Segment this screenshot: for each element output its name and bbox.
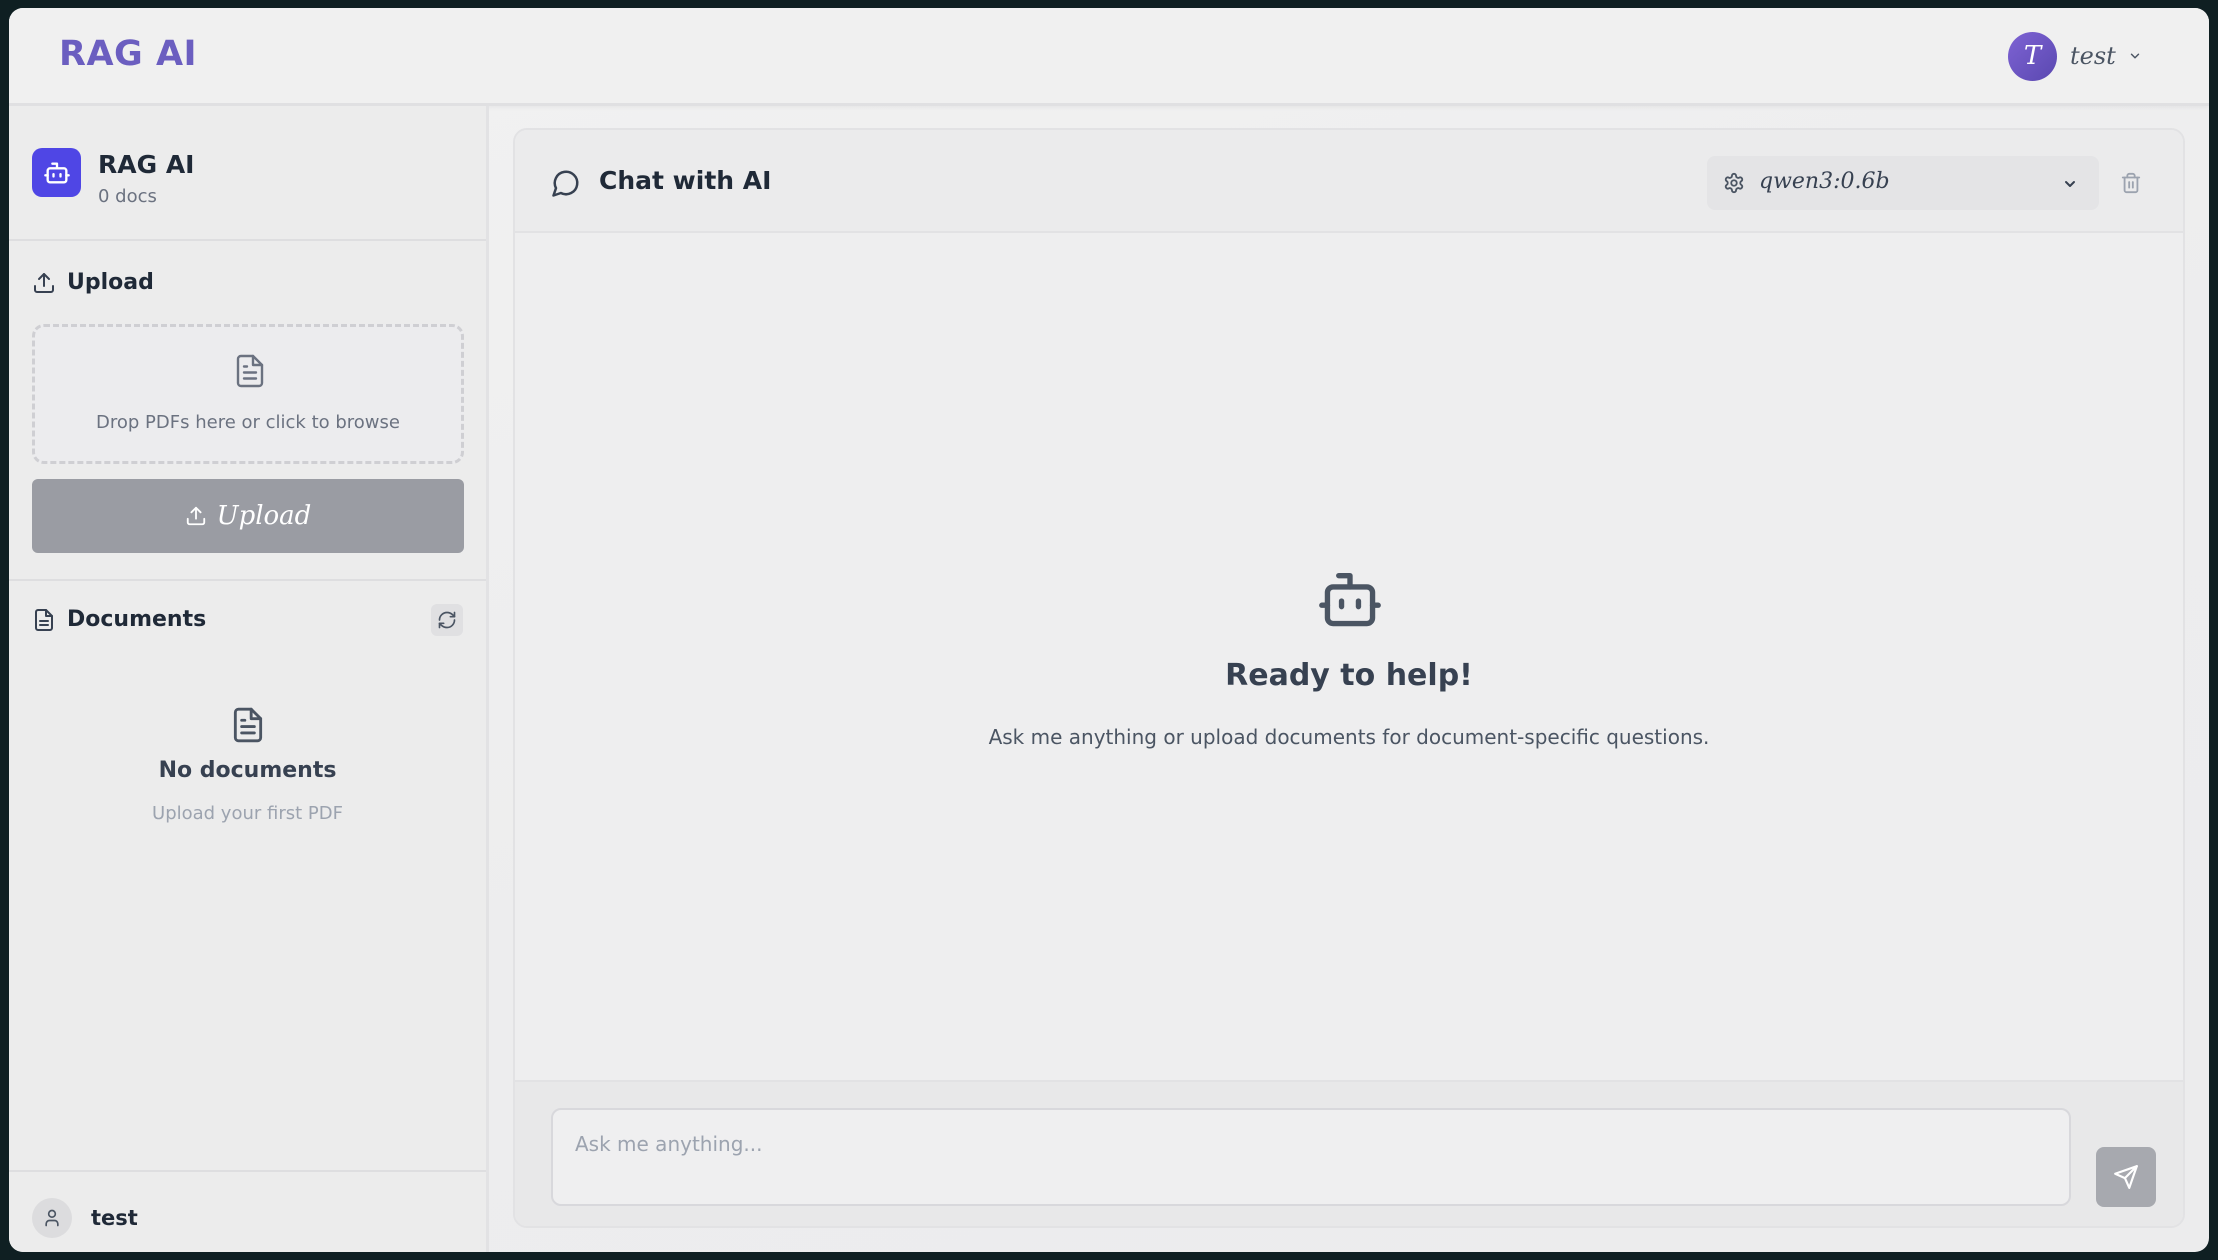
brand-logo[interactable]: RAG AI bbox=[59, 34, 197, 74]
welcome-title: Ready to help! bbox=[1225, 658, 1473, 693]
trash-icon bbox=[2121, 172, 2141, 194]
documents-section: Documents No documents Upload your first… bbox=[9, 581, 486, 1161]
chevron-down-icon bbox=[2065, 181, 2075, 187]
bot-icon bbox=[1319, 572, 1381, 627]
documents-heading: Documents bbox=[67, 607, 207, 632]
chat-title: Chat with AI bbox=[599, 166, 772, 195]
model-select[interactable]: qwen3:0.6b bbox=[1707, 156, 2099, 210]
top-bar: RAG AI T test bbox=[9, 8, 2209, 106]
upload-icon bbox=[186, 506, 205, 526]
user-name[interactable]: test bbox=[2070, 42, 2116, 70]
gear-icon bbox=[1724, 172, 1744, 194]
model-name: qwen3:0.6b bbox=[1759, 169, 1890, 194]
doc-count: 0 docs bbox=[98, 186, 157, 207]
refresh-button[interactable] bbox=[431, 604, 463, 636]
upload-section: Upload Drop PDFs here or click to browse… bbox=[9, 241, 486, 581]
file-text-icon bbox=[35, 609, 53, 631]
sidebar-app-name: RAG AI bbox=[98, 150, 195, 179]
file-text-icon bbox=[236, 354, 264, 388]
clear-chat-button[interactable] bbox=[2114, 166, 2148, 200]
bot-icon bbox=[32, 148, 81, 197]
upload-heading: Upload bbox=[67, 270, 154, 295]
refresh-icon bbox=[438, 611, 456, 629]
upload-button-label: Upload bbox=[216, 501, 312, 531]
sidebar-header: RAG AI 0 docs bbox=[9, 106, 486, 241]
send-button[interactable] bbox=[2096, 1147, 2156, 1207]
send-icon bbox=[2114, 1165, 2138, 1189]
message-circle-icon bbox=[552, 170, 579, 197]
empty-documents-subtitle: Upload your first PDF bbox=[152, 803, 343, 824]
dropzone-text: Drop PDFs here or click to browse bbox=[96, 412, 400, 433]
chat-input[interactable] bbox=[551, 1108, 2071, 1206]
avatar[interactable]: T bbox=[2008, 31, 2057, 81]
chat-panel: Chat with AI qwen3:0.6b Ready to help! A… bbox=[513, 128, 2185, 1228]
pdf-dropzone[interactable]: Drop PDFs here or click to browse bbox=[32, 324, 464, 464]
welcome-subtitle: Ask me anything or upload documents for … bbox=[988, 725, 1710, 749]
footer-username: test bbox=[91, 1206, 138, 1230]
sidebar: RAG AI 0 docs Upload Drop PDFs here or c… bbox=[9, 106, 489, 1252]
upload-icon bbox=[34, 273, 54, 293]
user-menu[interactable]: T test bbox=[2008, 31, 2158, 81]
chat-input-bar bbox=[515, 1080, 2183, 1226]
chat-header: Chat with AI qwen3:0.6b bbox=[515, 130, 2183, 233]
user-icon[interactable] bbox=[32, 1198, 72, 1238]
empty-documents-title: No documents bbox=[158, 758, 337, 783]
upload-button[interactable]: Upload bbox=[32, 479, 464, 553]
sidebar-footer: test bbox=[9, 1170, 486, 1252]
file-text-icon bbox=[233, 707, 263, 743]
app-window: RAG AI T test RAG AI 0 docs Upload Drop … bbox=[9, 8, 2209, 1252]
chevron-down-icon[interactable] bbox=[2128, 49, 2142, 63]
